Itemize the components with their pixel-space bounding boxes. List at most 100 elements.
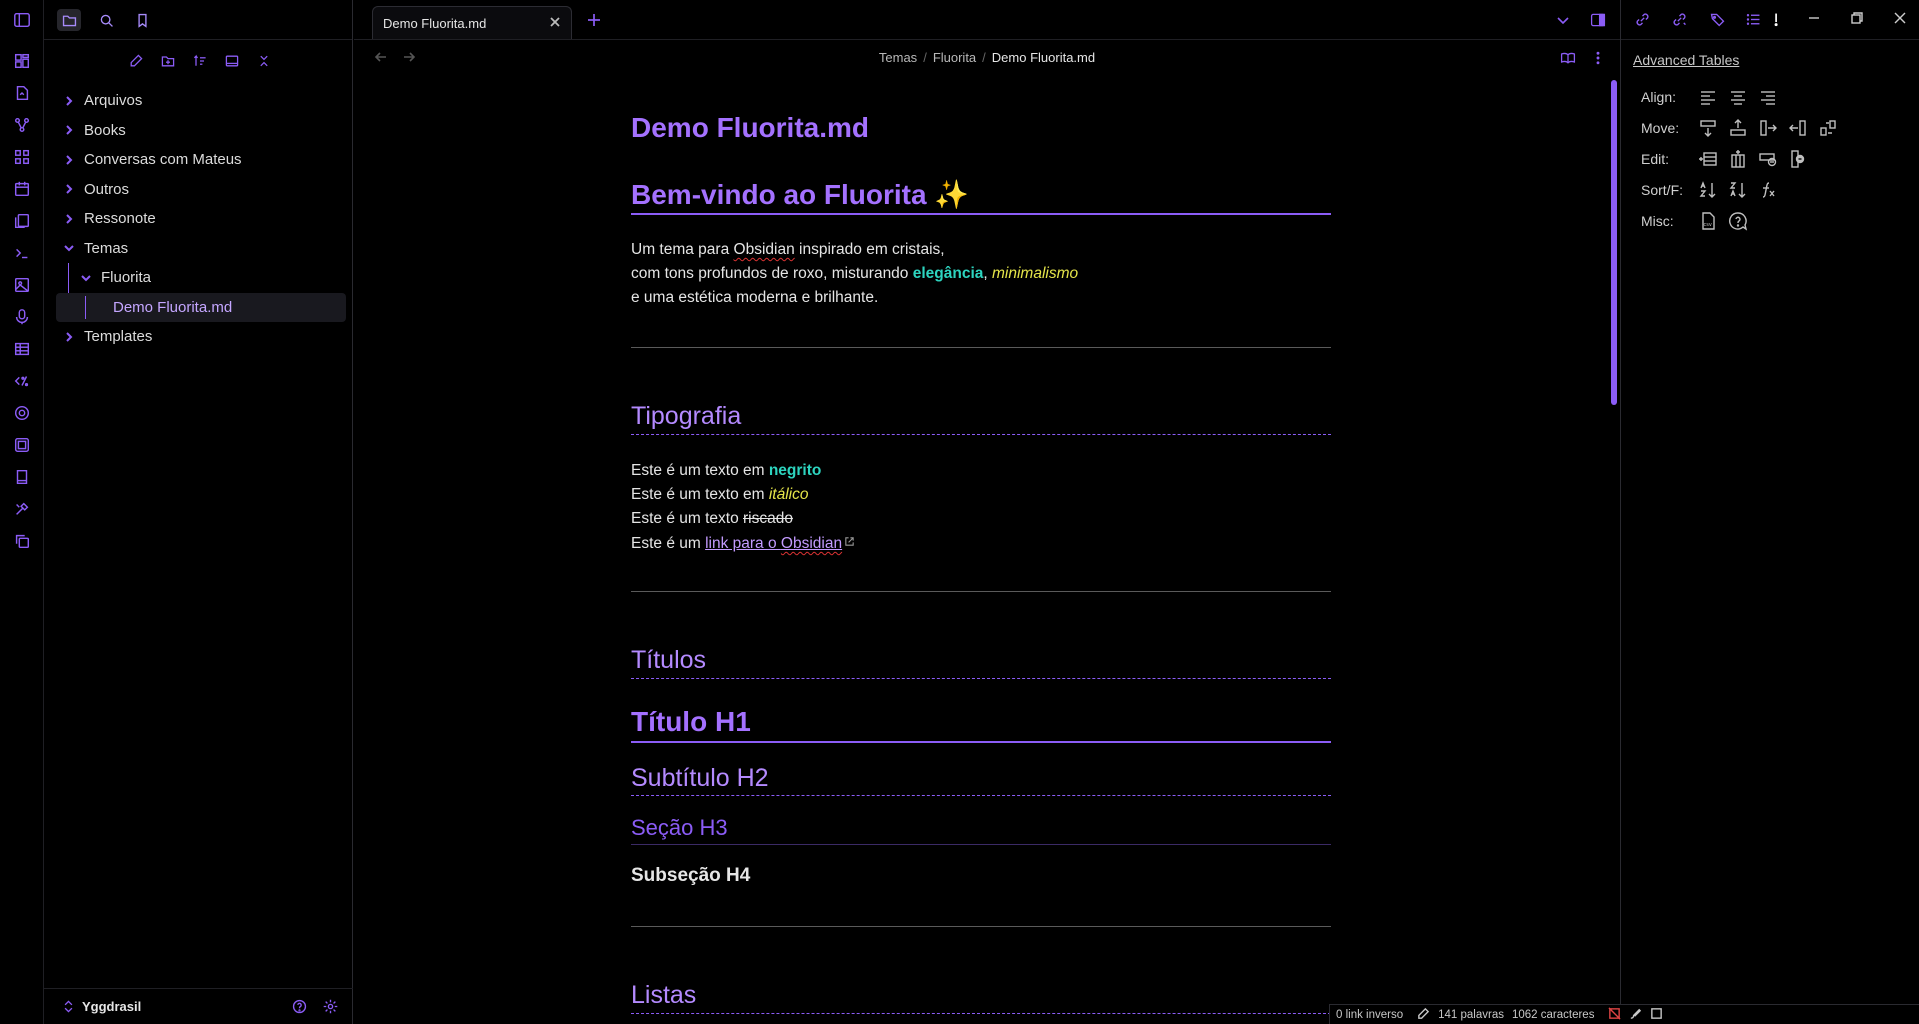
explorer-actions [124, 50, 276, 72]
new-folder-icon[interactable] [156, 50, 180, 72]
breadcrumb-current[interactable]: Demo Fluorita.md [992, 50, 1095, 65]
vault-switcher[interactable]: Yggdrasil [44, 988, 353, 1024]
delete-row-icon[interactable] [1753, 147, 1783, 171]
tree-folder-arquivos[interactable]: Arquivos [56, 86, 346, 116]
formula-fx-icon[interactable] [1753, 178, 1783, 202]
move-column-left-icon[interactable] [1783, 116, 1813, 140]
text: com tons profundos de roxo, misturando [631, 265, 913, 282]
folder-icon[interactable] [57, 9, 81, 31]
tab-list-chevron-icon[interactable] [1555, 12, 1573, 30]
at-row-misc: Misc: csv [1641, 209, 1753, 233]
table-icon[interactable] [12, 339, 32, 359]
smiley-icon[interactable] [12, 403, 32, 423]
outline-list-icon[interactable] [1745, 11, 1763, 29]
heading-underline [631, 1013, 1331, 1014]
help-icon[interactable] [291, 998, 309, 1016]
chevron-down-icon [62, 241, 76, 255]
sort-za-icon[interactable] [1723, 178, 1753, 202]
image-icon[interactable] [12, 275, 32, 295]
tab-demo-fluorita[interactable]: Demo Fluorita.md [372, 6, 572, 39]
transpose-icon[interactable] [1813, 116, 1843, 140]
sort-az-icon[interactable] [1693, 178, 1723, 202]
heading-underline [631, 434, 1331, 435]
terminal-icon[interactable] [12, 243, 32, 263]
horizontal-rule [631, 347, 1331, 348]
daily-note-icon[interactable] [12, 179, 32, 199]
text: e uma estética moderna e brilhante. [631, 289, 879, 306]
toggle-sidebar-icon[interactable] [12, 10, 32, 30]
move-column-right-icon[interactable] [1753, 116, 1783, 140]
restore-window-icon[interactable] [1851, 11, 1869, 29]
square-icon[interactable] [1650, 1007, 1663, 1023]
inline-file-title[interactable]: Demo Fluorita.md [631, 112, 869, 144]
help-question-icon[interactable] [1723, 209, 1753, 233]
tree-label: Demo Fluorita.md [113, 298, 233, 316]
right-sidebar: Advanced Tables Align: Move: Edit: Sort/… [1620, 0, 1919, 1024]
outgoing-links-icon[interactable] [1671, 11, 1689, 29]
new-tab-plus-icon[interactable] [586, 12, 602, 28]
backlinks-icon[interactable] [1634, 11, 1652, 29]
move-row-down-icon[interactable] [1693, 116, 1723, 140]
toggle-right-sidebar-icon[interactable] [1590, 12, 1608, 30]
align-right-icon[interactable] [1753, 85, 1783, 109]
align-center-icon[interactable] [1723, 85, 1753, 109]
advanced-tables-tab-icon[interactable] [1771, 11, 1789, 29]
quick-switcher-icon[interactable] [12, 83, 32, 103]
tags-icon[interactable] [1709, 11, 1727, 29]
tree-folder-ressonote[interactable]: Ressonote [56, 204, 346, 234]
move-row-up-icon[interactable] [1723, 116, 1753, 140]
tree-folder-templates[interactable]: Templates [56, 322, 346, 352]
auto-reveal-icon[interactable] [220, 50, 244, 72]
settings-gear-icon[interactable] [322, 998, 340, 1016]
insert-row-icon[interactable] [1693, 147, 1723, 171]
backlinks-count[interactable]: 0 link inverso [1336, 1009, 1403, 1021]
align-left-icon[interactable] [1693, 85, 1723, 109]
layers-icon[interactable] [12, 435, 32, 455]
insert-column-icon[interactable] [1723, 147, 1753, 171]
edit-pencil-icon[interactable] [1417, 1007, 1430, 1023]
tab-title: Demo Fluorita.md [383, 15, 487, 31]
export-csv-icon[interactable]: csv [1693, 209, 1723, 233]
breadcrumb-item[interactable]: Temas [879, 50, 917, 65]
tree-folder-conversas[interactable]: Conversas com Mateus [56, 145, 346, 175]
reading-view-book-icon[interactable] [1560, 50, 1578, 68]
search-icon[interactable] [94, 9, 118, 31]
tree-folder-temas[interactable]: Temas [56, 234, 346, 264]
tree-folder-fluorita[interactable]: Fluorita [56, 263, 346, 322]
graph-view-icon[interactable] [12, 115, 32, 135]
text: Este é um [631, 535, 706, 552]
tree-label: Temas [84, 239, 129, 257]
canvas-icon[interactable] [12, 147, 32, 167]
tree-label: Conversas com Mateus [84, 151, 242, 169]
sidebar-tabs [44, 0, 352, 40]
sync-error-icon[interactable] [1608, 1006, 1622, 1023]
link-text: Obsidian [780, 535, 843, 552]
typography-examples: Este é um texto em negrito Este é um tex… [631, 459, 856, 556]
microphone-icon[interactable] [12, 307, 32, 327]
status-bar: 0 link inverso 141 palavras 1062 caracte… [1329, 1004, 1919, 1024]
breadcrumb-item[interactable]: Fluorita [933, 50, 976, 65]
scrollbar-thumb[interactable] [1611, 80, 1617, 405]
close-window-icon[interactable] [1894, 11, 1912, 29]
tree-folder-books[interactable]: Books [56, 116, 346, 146]
row-label: Edit: [1641, 151, 1670, 167]
dashboard-icon[interactable] [12, 51, 32, 71]
tree-file-demo-fluorita[interactable]: Demo Fluorita.md [56, 292, 346, 322]
tools-icon[interactable] [12, 499, 32, 519]
collapse-all-icon[interactable] [252, 50, 276, 72]
close-tab-icon[interactable] [549, 16, 563, 30]
copy-icon[interactable] [12, 531, 32, 551]
brush-icon[interactable] [1629, 1007, 1642, 1023]
tree-folder-outros[interactable]: Outros [56, 175, 346, 205]
templater-icon[interactable] [12, 371, 32, 391]
delete-column-icon[interactable] [1783, 147, 1813, 171]
more-options-icon[interactable] [1590, 50, 1608, 68]
book-icon[interactable] [12, 467, 32, 487]
new-note-icon[interactable] [124, 50, 148, 72]
text: inspirado em cristais, [794, 241, 945, 258]
minimize-window-icon[interactable] [1808, 11, 1826, 29]
external-link[interactable]: link para o Obsidian [705, 535, 842, 552]
templates-icon[interactable] [12, 211, 32, 231]
sort-icon[interactable] [188, 50, 212, 72]
bookmark-icon[interactable] [130, 9, 154, 31]
